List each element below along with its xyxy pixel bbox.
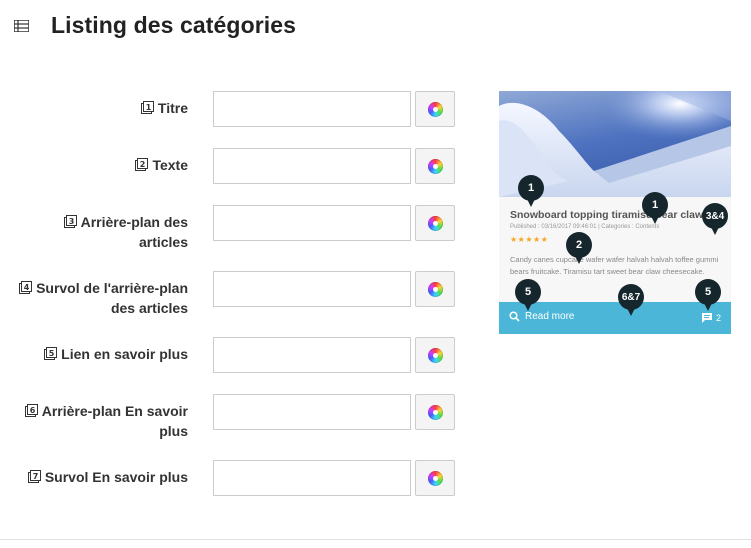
svg-text:2: 2	[140, 160, 146, 169]
color-wheel-icon	[427, 281, 443, 297]
color-input-texte[interactable]	[213, 148, 411, 184]
comments-count: 2	[701, 312, 721, 324]
number-2-icon: 2	[135, 156, 149, 171]
field-label: 4 Survol de l'arrière-plan des articles	[0, 278, 188, 318]
label-text-line2: articles	[138, 234, 188, 250]
annotation-pin-3-4: 3&4	[702, 203, 728, 235]
color-input-arriere-plan-articles[interactable]	[213, 205, 411, 241]
preview-card-excerpt: Candy canes cupcake wafer wafer halvah h…	[510, 255, 719, 276]
label-text: Titre	[157, 100, 188, 116]
divider	[0, 539, 751, 540]
field-label: 7 Survol En savoir plus	[0, 467, 188, 487]
color-picker-button[interactable]	[415, 148, 455, 184]
color-picker-button[interactable]	[415, 91, 455, 127]
rating-stars: ★★★★★	[510, 235, 549, 244]
annotation-pin-5b: 5	[695, 279, 721, 311]
svg-text:5: 5	[49, 349, 55, 358]
svg-text:1: 1	[146, 103, 152, 112]
preview-card: Snowboard topping tiramisu bear claw Pub…	[499, 91, 731, 334]
label-text: Texte	[152, 157, 188, 173]
number-3-icon: 3	[63, 213, 77, 228]
svg-text:6: 6	[29, 406, 35, 415]
color-wheel-icon	[427, 347, 443, 363]
svg-text:4: 4	[24, 283, 30, 292]
annotation-pin-2: 2	[566, 232, 592, 264]
comment-count: 2	[715, 313, 721, 323]
preview-card-footer: Read more 2	[499, 302, 731, 334]
label-text-line2: plus	[159, 423, 188, 439]
number-7-icon: 7	[27, 468, 41, 483]
field-label: 6 Arrière-plan En savoir plus	[0, 401, 188, 441]
color-wheel-icon	[427, 158, 443, 174]
color-picker-button[interactable]	[415, 460, 455, 496]
color-input-titre[interactable]	[213, 91, 411, 127]
color-picker-button[interactable]	[415, 337, 455, 373]
annotation-pin-1b: 1	[642, 192, 668, 224]
number-6-icon: 6	[24, 402, 38, 417]
label-text: Lien en savoir plus	[61, 346, 188, 362]
number-4-icon: 4	[19, 279, 33, 294]
color-picker-button[interactable]	[415, 271, 455, 307]
field-label: 3 Arrière-plan des articles	[0, 212, 188, 252]
label-text-line2: des articles	[110, 300, 188, 316]
read-more-label: Read more	[525, 311, 575, 322]
color-input-survol-arriere-plan[interactable]	[213, 271, 411, 307]
svg-text:3: 3	[68, 217, 74, 226]
color-input-survol-savoir-plus[interactable]	[213, 460, 411, 496]
color-input-lien-savoir-plus[interactable]	[213, 337, 411, 373]
annotation-pin-1: 1	[518, 175, 544, 207]
field-label: 5 Lien en savoir plus	[0, 344, 188, 364]
search-icon	[509, 311, 520, 322]
preview-card-title: Snowboard topping tiramisu bear claw	[510, 209, 704, 221]
color-picker-button[interactable]	[415, 394, 455, 430]
color-wheel-icon	[427, 101, 443, 117]
color-wheel-icon	[427, 215, 443, 231]
field-label: 1 Titre	[0, 98, 188, 118]
list-icon	[14, 18, 30, 34]
number-1-icon: 1	[140, 99, 154, 114]
color-input-arriere-plan-savoir-plus[interactable]	[213, 394, 411, 430]
comment-icon	[701, 313, 712, 323]
label-text-line1: Survol de l'arrière-plan	[36, 280, 188, 296]
label-text: Survol En savoir plus	[44, 469, 188, 485]
page-header: Listing des catégories	[14, 12, 296, 39]
svg-text:7: 7	[33, 472, 39, 481]
preview-card-meta: Published : 03/16/2017 09:46:01 | Catego…	[510, 224, 660, 230]
label-text-line1: Arrière-plan En savoir	[41, 403, 188, 419]
label-text-line1: Arrière-plan des	[80, 214, 188, 230]
color-wheel-icon	[427, 470, 443, 486]
field-label: 2 Texte	[0, 155, 188, 175]
read-more-link[interactable]: Read more	[509, 311, 574, 322]
annotation-pin-5: 5	[515, 279, 541, 311]
page-title: Listing des catégories	[51, 12, 297, 38]
annotation-pin-6-7: 6&7	[618, 284, 644, 316]
color-picker-button[interactable]	[415, 205, 455, 241]
color-wheel-icon	[427, 404, 443, 420]
number-5-icon: 5	[44, 345, 58, 360]
